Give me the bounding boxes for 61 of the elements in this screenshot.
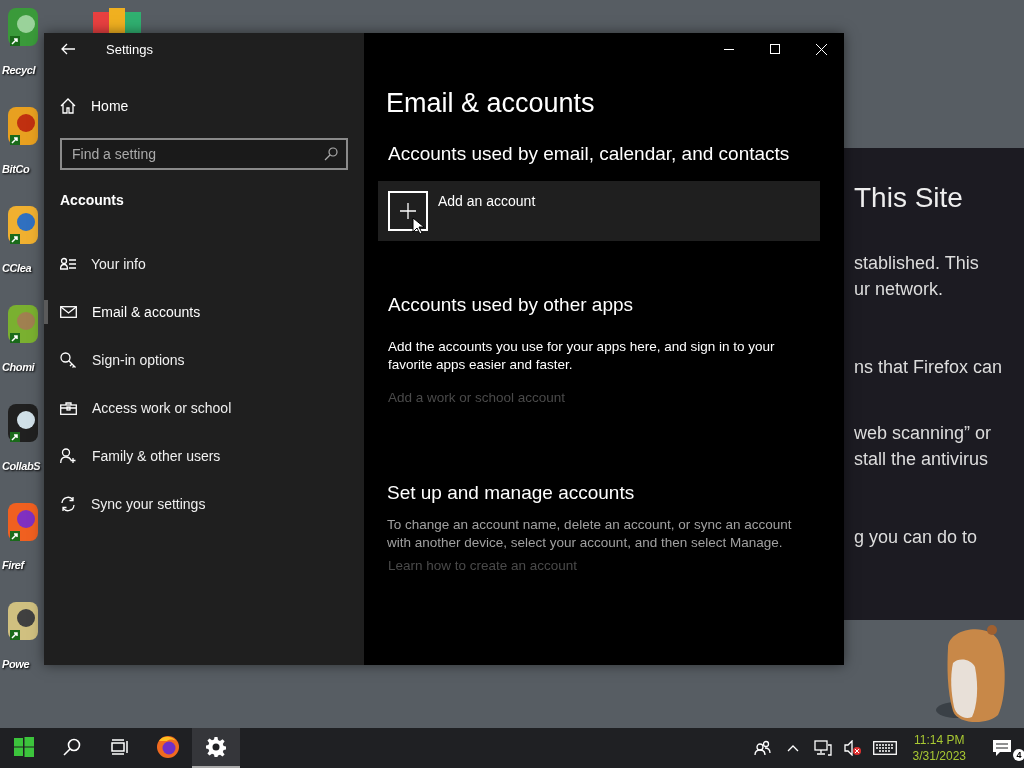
keyboard-icon	[872, 741, 897, 755]
page-title: Email & accounts	[386, 88, 596, 119]
speaker-muted-icon	[843, 740, 862, 756]
plus-icon	[388, 191, 428, 231]
browser-icon	[156, 735, 180, 759]
section-heading: Accounts	[60, 192, 125, 208]
description-text: To change an account name, delete an account, or sync an account with another device, select your account, and then select Manage.	[387, 516, 793, 552]
windows-logo-icon	[14, 737, 34, 757]
desktop-icon-label: BitCo	[2, 163, 30, 175]
add-account-button[interactable]: Add an account	[378, 181, 820, 241]
sidebar-item[interactable]: Sign-in options	[44, 336, 364, 384]
back-arrow-icon	[61, 43, 75, 55]
notifications-button[interactable]: 4	[980, 728, 1024, 768]
sidebar-item[interactable]: Email & accounts	[44, 288, 364, 336]
sidebar-item[interactable]: Access work or school	[44, 384, 364, 432]
taskbar-button[interactable]	[192, 728, 240, 768]
home-nav-item[interactable]: Home	[44, 82, 364, 130]
page-heading: This Site	[854, 182, 964, 214]
page-text: web scanning” or	[854, 422, 993, 445]
sync-icon	[60, 496, 76, 512]
page-text: ur network.	[854, 278, 945, 301]
sidebar-item[interactable]: Your info	[44, 240, 364, 288]
envelope-icon	[60, 306, 77, 318]
settings-icon	[206, 737, 226, 757]
person-list-icon	[60, 257, 76, 271]
people-icon	[753, 740, 772, 756]
desktop-icon-label: CClea	[2, 262, 32, 274]
message-icon	[992, 739, 1012, 757]
maximize-icon	[770, 44, 780, 54]
person-add-icon	[60, 448, 77, 464]
app-icon[interactable]	[93, 8, 141, 34]
minimize-icon	[724, 48, 734, 50]
desktop-icon-label: Recycl	[2, 64, 36, 76]
desktop-icon-label: Firef	[2, 559, 24, 571]
caret-up-icon	[786, 744, 799, 752]
desktop-icon-label: Chomi	[2, 361, 35, 373]
sidebar-item[interactable]: Sync your settings	[44, 480, 364, 528]
description-text: Add the accounts you use for your apps here, and sign in to your favorite apps easier and faster.	[388, 338, 776, 374]
page-text: ns that Firefox can	[854, 356, 1004, 379]
desktop-icon-label: CollabS	[2, 460, 41, 472]
search-icon	[63, 738, 81, 756]
section-heading: Accounts used by email, calendar, and contacts	[388, 143, 791, 165]
notification-count: 4	[1013, 749, 1024, 761]
clock[interactable]: 11:14 PM 3/31/2023	[904, 732, 974, 764]
briefcase-icon	[60, 401, 77, 415]
desktop-icon-label: Powe	[2, 658, 30, 670]
page-text: stall the antivirus	[854, 448, 990, 471]
task-view-icon	[111, 739, 129, 755]
section-heading: Set up and manage accounts	[387, 482, 636, 504]
page-text: stablished. This	[854, 252, 980, 275]
sidebar-item[interactable]: Family & other users	[44, 432, 364, 480]
network-icon	[813, 740, 832, 756]
page-text: g you can do to	[854, 526, 979, 549]
search-icon	[324, 147, 338, 161]
key-icon	[60, 351, 77, 369]
window-title: Settings	[106, 41, 153, 57]
home-icon	[60, 98, 76, 114]
section-heading: Accounts used by other apps	[388, 294, 635, 316]
cursor-icon	[412, 217, 424, 235]
close-icon	[815, 43, 827, 55]
search-field[interactable]: Find a setting	[60, 138, 348, 170]
